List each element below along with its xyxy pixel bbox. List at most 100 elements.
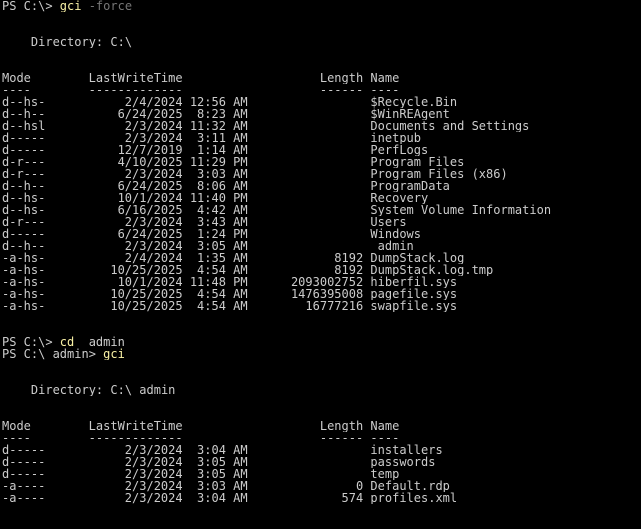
command-text: gci — [103, 348, 125, 360]
underline-lastwritetime: ------------- — [88, 432, 183, 444]
row-time: 11:40 PM — [189, 192, 248, 204]
row-date: 2/4/2024 — [124, 252, 183, 264]
row-date: 2/3/2024 — [124, 456, 183, 468]
row-time: 4:54 AM — [197, 264, 248, 276]
row-date: 2/3/2024 — [124, 240, 183, 252]
table-row: -a---- 2/3/2024 3:04 AM 574 profiles.xml — [2, 492, 641, 504]
underline-length: ------ — [319, 432, 364, 444]
row-name: Program Files — [370, 156, 465, 168]
row-mode: d--h-- — [2, 108, 46, 120]
command-argument: _admin — [74, 336, 125, 348]
row-mode: d-r--- — [2, 156, 46, 168]
table-row: d-r--- 2/3/2024 3:03 AM Program Files (x86) — [2, 168, 641, 180]
prompt: PS C:\> — [2, 336, 60, 348]
table-row: d--hs- 10/1/2024 11:40 PM Recovery — [2, 192, 641, 204]
prompt-line-cd: PS C:\> cd _admin — [2, 336, 641, 348]
table-header: Mode LastWriteTime Length Name — [2, 420, 641, 432]
command-text: cd — [59, 336, 75, 348]
prompt-line-gci: PS C:\_admin> gci — [2, 348, 641, 360]
table-row: d--h-- 2/3/2024 3:05 AM _admin — [2, 240, 641, 252]
row-date: 10/25/2025 — [110, 300, 183, 312]
table-row: d-r--- 4/10/2025 11:29 PM Program Files — [2, 156, 641, 168]
command-text: gci — [59, 0, 82, 12]
row-date: 12/7/2019 — [117, 144, 183, 156]
row-name: $Recycle.Bin — [370, 96, 458, 108]
row-mode: d--hs- — [2, 96, 46, 108]
row-mode: -a-hs- — [2, 288, 46, 300]
row-name: Users — [370, 216, 407, 228]
row-mode: d--hs- — [2, 192, 46, 204]
row-name: ProgramData — [370, 180, 450, 192]
row-mode: d----- — [2, 228, 46, 240]
underline-length: ------ — [319, 84, 364, 96]
listing-admin: d----- 2/3/2024 3:04 AM installers d----- 2/3… — [2, 444, 641, 504]
row-mode: d-r--- — [2, 168, 46, 180]
underline-mode: ---- — [2, 432, 31, 444]
row-date: 2/3/2024 — [124, 480, 183, 492]
prompt: PS C:\_admin> — [2, 348, 104, 360]
prompt-line-gci-force: PS C:\> gci -force — [2, 0, 641, 12]
table-row: -a-hs- 10/25/2025 4:54 AM 1476395008 pagefil… — [2, 288, 641, 300]
row-length: 8192 — [334, 264, 364, 276]
table-row: d--hs- 2/4/2024 12:56 AM $Recycle.Bin — [2, 96, 641, 108]
directory-label: Directory: C:\_admin — [2, 384, 176, 396]
table-row: -a-hs- 10/1/2024 11:48 PM 2093002752 hiberfi… — [2, 276, 641, 288]
row-name: $WinREAgent — [370, 108, 450, 120]
row-date: 2/3/2024 — [124, 120, 183, 132]
row-name: Windows — [370, 228, 421, 240]
row-time: 12:56 AM — [189, 96, 248, 108]
row-mode: -a-hs- — [2, 276, 46, 288]
underline-name: ---- — [370, 84, 400, 96]
row-time: 8:23 AM — [197, 108, 248, 120]
row-date: 2/4/2024 — [124, 96, 183, 108]
powershell-terminal[interactable]: PS C:\> gci -force Directory: C:\ Mode La… — [0, 0, 641, 529]
table-row: d--h-- 6/24/2025 8:23 AM $WinREAgent — [2, 108, 641, 120]
row-name: PerfLogs — [370, 144, 429, 156]
row-mode: d----- — [2, 444, 46, 456]
row-date: 2/3/2024 — [124, 444, 183, 456]
row-name: Recovery — [370, 192, 429, 204]
row-date: 2/3/2024 — [124, 468, 183, 480]
header-name: Name — [370, 72, 400, 84]
table-row: -a---- 2/3/2024 3:03 AM 0 Default.rdp — [2, 480, 641, 492]
table-row: -a-hs- 10/25/2025 4:54 AM 8192 DumpStack.log… — [2, 264, 641, 276]
header-name: Name — [370, 420, 400, 432]
table-row: d--h-- 6/24/2025 8:06 AM ProgramData — [2, 180, 641, 192]
row-time: 11:32 AM — [189, 120, 248, 132]
prompt: PS C:\> — [2, 0, 60, 12]
row-mode: d--h-- — [2, 240, 46, 252]
row-length: 2093002752 — [290, 276, 364, 288]
row-length: 1476395008 — [290, 288, 364, 300]
row-mode: d-r--- — [2, 216, 46, 228]
listing-c-root: d--hs- 2/4/2024 12:56 AM $Recycle.Bin d--h--… — [2, 96, 641, 312]
row-time: 3:43 AM — [197, 216, 248, 228]
row-date: 10/1/2024 — [117, 192, 183, 204]
row-time: 11:29 PM — [189, 156, 248, 168]
row-name: installers — [370, 444, 443, 456]
directory-label: Directory: C:\ — [2, 36, 133, 48]
row-name: swapfile.sys — [370, 300, 458, 312]
row-date: 2/3/2024 — [124, 132, 183, 144]
table-row: d----- 6/24/2025 1:24 PM Windows — [2, 228, 641, 240]
row-name: Documents and Settings — [370, 120, 530, 132]
table-header-underline: ---- ------------- ------ ---- — [2, 432, 641, 444]
row-date: 6/24/2025 — [117, 108, 183, 120]
row-mode: d----- — [2, 456, 46, 468]
row-date: 2/3/2024 — [124, 492, 183, 504]
table-row: d--hsl 2/3/2024 11:32 AM Documents and Sett… — [2, 120, 641, 132]
row-date: 2/3/2024 — [124, 216, 183, 228]
row-time: 3:03 AM — [197, 480, 248, 492]
row-name: Program Files (x86) — [370, 168, 508, 180]
table-row: d----- 2/3/2024 3:05 AM temp — [2, 468, 641, 480]
row-mode: -a-hs- — [2, 252, 46, 264]
row-name: System Volume Information — [370, 204, 552, 216]
row-date: 10/25/2025 — [110, 264, 183, 276]
row-time: 1:24 PM — [197, 228, 248, 240]
